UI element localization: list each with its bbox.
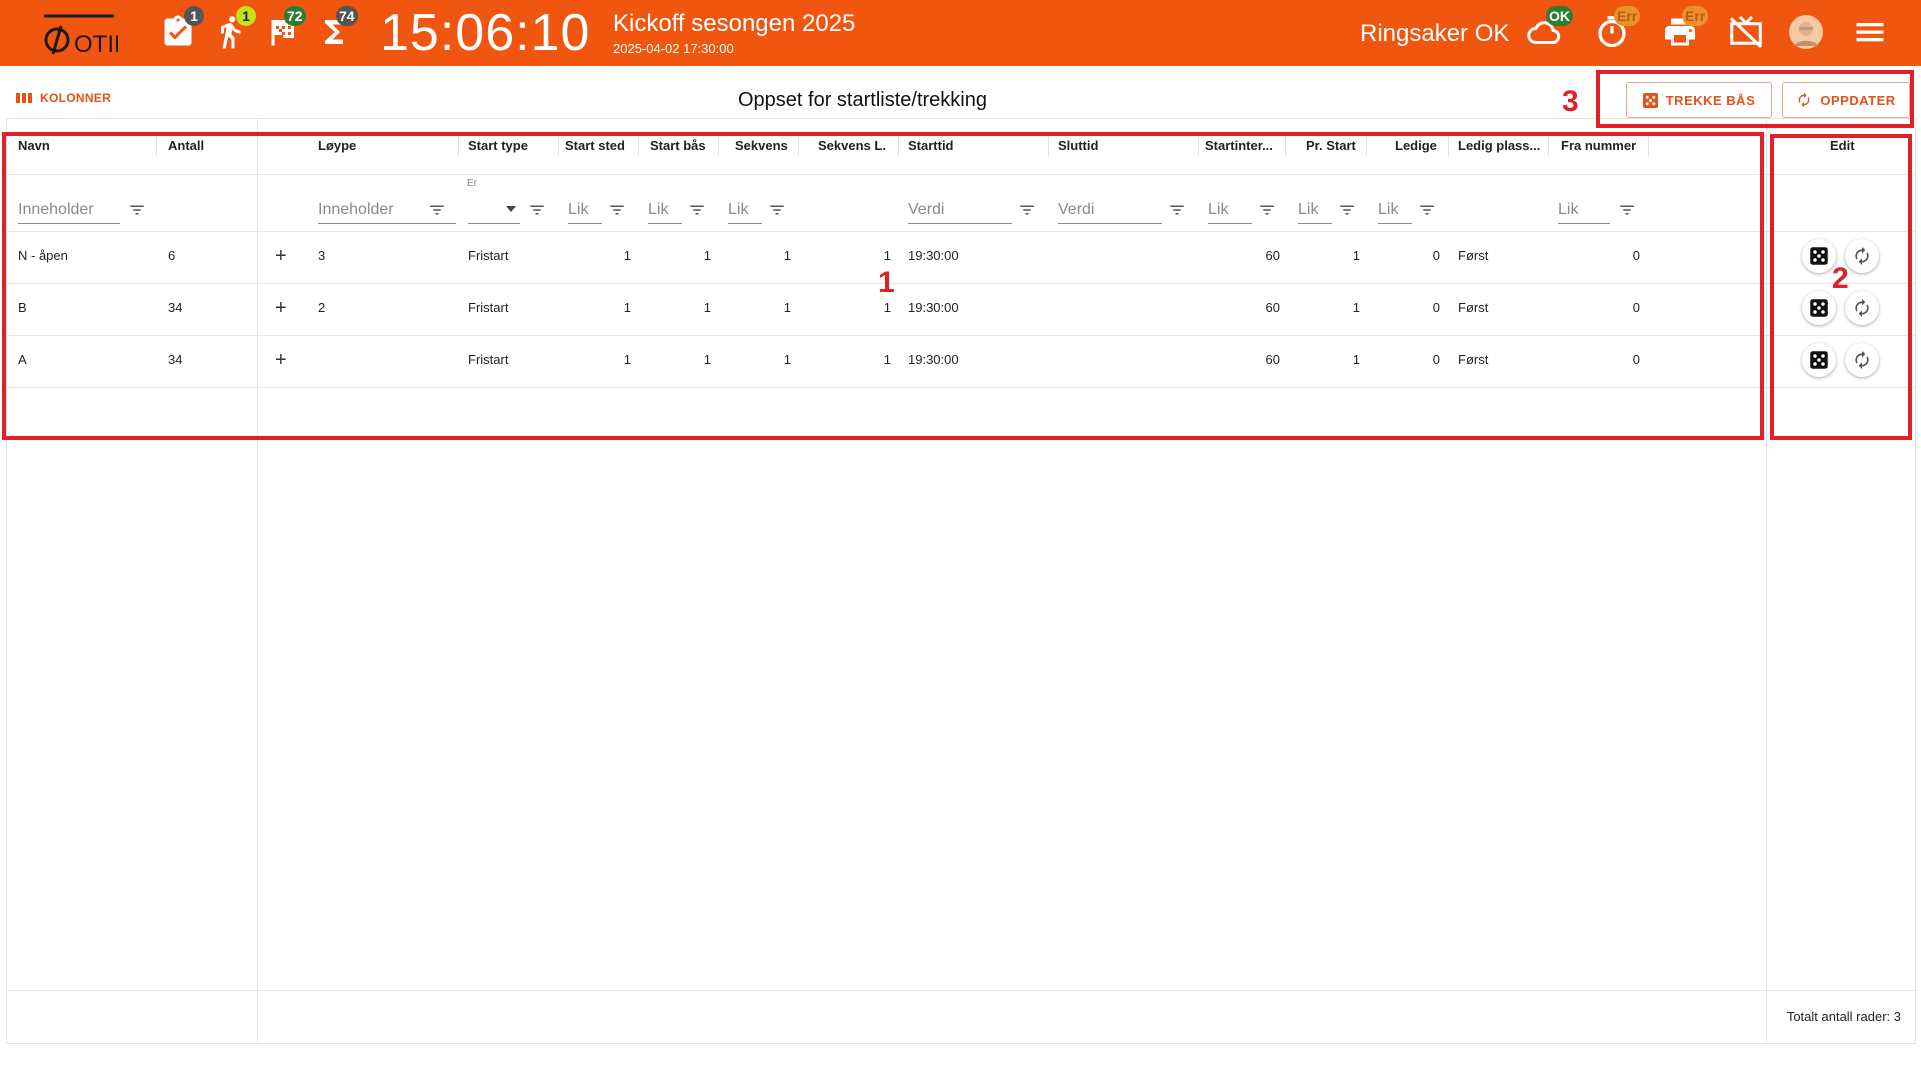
columns-button[interactable]: KOLONNER xyxy=(16,91,111,105)
user-avatar-icon[interactable] xyxy=(1788,14,1824,50)
tv-off-icon[interactable] xyxy=(1728,14,1764,50)
event-datetime: 2025-04-02 17:30:00 xyxy=(613,41,734,56)
footer-divider xyxy=(6,990,1916,991)
timer-icon[interactable]: Err xyxy=(1594,6,1641,50)
finish-flag-icon[interactable]: 72 xyxy=(264,6,306,50)
columns-icon xyxy=(16,93,32,103)
top-app-bar: OTID 1 1 72 74 15:06:10 Kickoff sesongen… xyxy=(0,0,1921,66)
race-clock: 15:06:10 xyxy=(380,4,591,62)
printer-status-badge: Err xyxy=(1682,6,1709,26)
runner-icon[interactable]: 1 xyxy=(212,6,256,50)
total-rows-count: Totalt antall rader: 3 xyxy=(1786,1009,1901,1024)
tasks-icon[interactable]: 1 xyxy=(160,6,204,50)
club-name[interactable]: Ringsaker OK xyxy=(1360,20,1509,48)
otid-logo[interactable]: OTID xyxy=(42,12,131,58)
event-title[interactable]: Kickoff sesongen 2025 xyxy=(613,10,855,38)
sum-icon[interactable]: 74 xyxy=(316,6,358,50)
runners-badge: 1 xyxy=(236,6,256,26)
pinned-right-divider xyxy=(1766,118,1767,1044)
timer-status-badge: Err xyxy=(1614,6,1641,26)
annotation-label-1: 1 xyxy=(878,266,895,299)
annotation-label-3: 3 xyxy=(1562,85,1579,118)
printer-icon[interactable]: Err xyxy=(1662,6,1709,50)
cloud-icon[interactable]: OK xyxy=(1526,6,1573,50)
annotation-box-buttons xyxy=(1596,70,1914,128)
total-badge: 74 xyxy=(336,6,358,26)
page-title: Oppset for startliste/trekking xyxy=(738,89,987,111)
cloud-status-badge: OK xyxy=(1546,6,1573,26)
columns-label: KOLONNER xyxy=(40,91,112,105)
finish-badge: 72 xyxy=(284,6,306,26)
tasks-badge: 1 xyxy=(184,6,204,26)
menu-icon[interactable] xyxy=(1852,14,1888,50)
annotation-label-2: 2 xyxy=(1832,262,1849,295)
logo-text: OTID xyxy=(74,31,118,56)
